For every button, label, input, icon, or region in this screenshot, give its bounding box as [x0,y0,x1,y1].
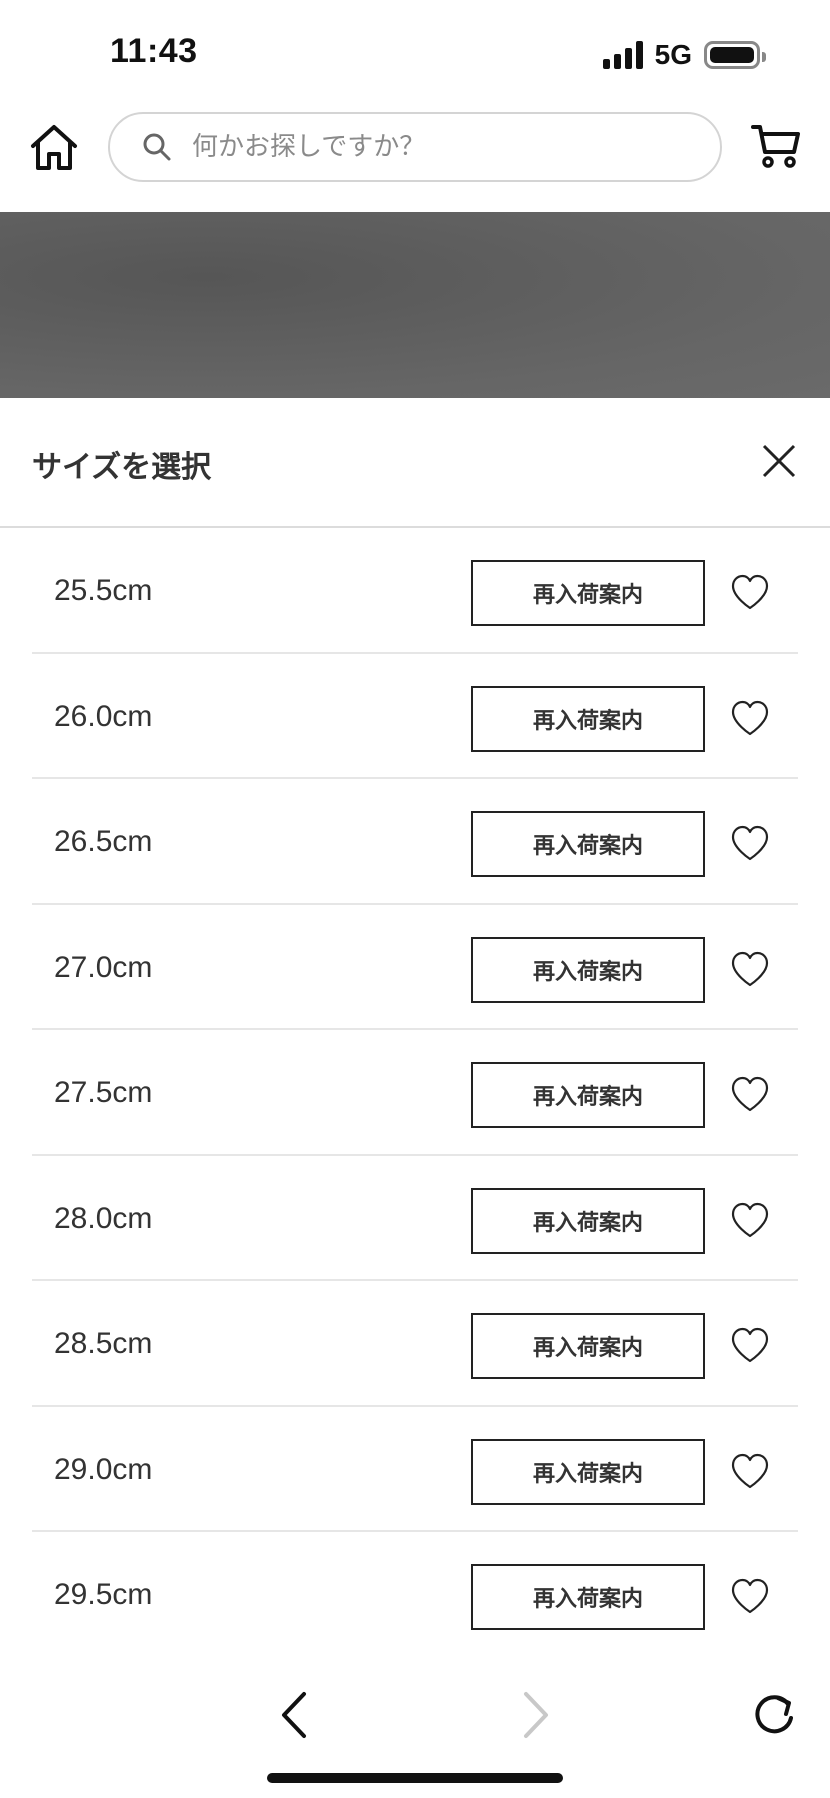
size-row: 25.5cm 再入荷案内 [32,528,798,654]
favorite-heart-icon[interactable] [730,1452,770,1492]
favorite-heart-icon[interactable] [730,1075,770,1115]
favorite-heart-icon[interactable] [730,1326,770,1366]
restock-notify-button[interactable]: 再入荷案内 [471,1564,705,1630]
home-indicator[interactable] [267,1773,563,1783]
size-row: 28.5cm 再入荷案内 [32,1281,798,1407]
cart-icon [751,125,800,168]
size-label: 27.5cm [54,1076,153,1109]
favorite-heart-icon[interactable] [730,699,770,739]
size-label: 26.5cm [54,825,153,858]
status-indicators: 5G [602,38,766,72]
favorite-heart-icon[interactable] [730,1201,770,1241]
size-row: 26.5cm 再入荷案内 [32,779,798,905]
restock-notify-button[interactable]: 再入荷案内 [471,1062,705,1128]
reload-icon[interactable] [752,1690,796,1740]
size-row: 27.5cm 再入荷案内 [32,1030,798,1156]
size-label: 29.5cm [54,1578,153,1611]
close-button[interactable] [760,442,798,480]
header [0,100,830,212]
size-row: 29.0cm 再入荷案内 [32,1407,798,1532]
restock-notify-button[interactable]: 再入荷案内 [471,811,705,877]
size-label: 28.5cm [54,1327,153,1360]
sheet-header: サイズを選択 [0,398,830,528]
favorite-heart-icon[interactable] [730,1577,770,1617]
home-icon [31,125,77,170]
size-label: 29.0cm [54,1452,153,1486]
size-list: 25.5cm 再入荷案内 26.0cm 再入荷案内 26.5cm 再入荷案内 2… [32,528,798,1658]
size-label: 25.5cm [54,574,153,607]
chevron-left-icon[interactable] [278,1690,310,1740]
chevron-right-icon[interactable] [520,1690,552,1740]
restock-notify-button[interactable]: 再入荷案内 [471,1187,705,1254]
search-icon [143,133,171,161]
status-time: 11:43 [110,32,198,70]
bottom-nav [0,1660,830,1798]
restock-notify-button[interactable]: 再入荷案内 [471,685,705,752]
size-label: 28.0cm [54,1201,153,1235]
size-row: 29.5cm 再入荷案内 [32,1532,798,1658]
sheet-title: サイズを選択 [32,450,212,485]
size-row: 27.0cm 再入荷案内 [32,905,798,1030]
size-row: 28.0cm 再入荷案内 [32,1156,798,1281]
cart-button[interactable] [750,122,802,172]
size-select-sheet: サイズを選択 25.5cm 再入荷案内 26.0cm 再入荷案内 26.5cm … [0,398,830,1798]
favorite-heart-icon[interactable] [730,573,770,613]
favorite-heart-icon[interactable] [730,950,770,990]
restock-notify-button[interactable]: 再入荷案内 [471,1438,705,1505]
restock-notify-button[interactable]: 再入荷案内 [471,936,705,1003]
size-label: 26.0cm [54,699,153,733]
background-overlay[interactable] [0,212,830,398]
restock-notify-button[interactable]: 再入荷案内 [471,560,705,626]
search-input[interactable] [190,131,670,163]
size-row: 26.0cm 再入荷案内 [32,654,798,779]
favorite-heart-icon[interactable] [730,824,770,864]
search-bar[interactable] [108,112,722,182]
size-label: 27.0cm [54,950,153,984]
signal-icon [602,41,643,69]
home-button[interactable] [28,122,80,174]
restock-notify-button[interactable]: 再入荷案内 [471,1313,705,1379]
network-label: 5G [654,39,692,70]
close-icon [762,444,796,478]
status-bar: 11:43 5G [0,0,830,100]
battery-icon [704,41,766,69]
